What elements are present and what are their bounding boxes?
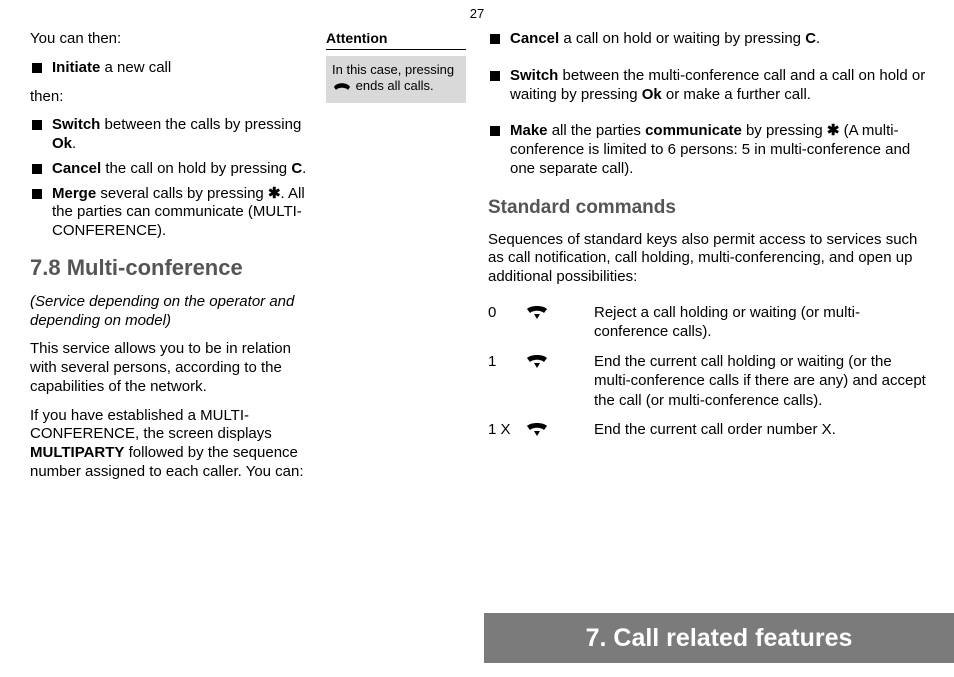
bold-word: Switch [510, 67, 558, 84]
bold-word: communicate [645, 122, 742, 139]
list-item: Cancel a call on hold or waiting by pres… [488, 30, 928, 49]
command-row: 0 Reject a call holding or waiting (or m… [488, 303, 928, 342]
text: or make a further call. [662, 86, 811, 103]
text: between the calls by pressing [100, 116, 301, 133]
text: several calls by pressing [96, 185, 268, 202]
list-item: Cancel the call on hold by pressing C. [30, 160, 310, 179]
command-key: 1 [488, 352, 524, 411]
text: all the parties [548, 122, 646, 139]
section-heading: 7.8 Multi-conference [30, 255, 310, 281]
text: ends all calls. [356, 78, 434, 93]
bullet-list: Cancel a call on hold or waiting by pres… [488, 30, 928, 179]
list-item: Switch between the calls by pressing Ok. [30, 116, 310, 154]
command-description: End the current call holding or waiting … [594, 352, 928, 411]
attention-heading: Attention [326, 30, 466, 50]
intro-text: then: [30, 88, 310, 107]
chapter-title: 7. Call related features [586, 624, 853, 653]
text: . [816, 30, 820, 47]
text: If you have established a MULTI-CONFEREN… [30, 407, 272, 443]
command-description: End the current call order number X. [594, 420, 928, 444]
bold-word: Cancel [52, 160, 101, 177]
star-symbol: ✱ [827, 122, 840, 139]
handset-down-icon [524, 420, 594, 444]
command-row: 1 End the current call holding or waitin… [488, 352, 928, 411]
text: In this case, pressing [332, 62, 454, 77]
text: a call on hold or waiting by pressing [559, 30, 805, 47]
attention-box: In this case, pressing ends all calls. [326, 56, 466, 103]
bullet-list: Switch between the calls by pressing Ok.… [30, 116, 310, 241]
intro-text: You can then: [30, 30, 310, 49]
list-item: Make all the parties communicate by pres… [488, 122, 928, 178]
page-number: 27 [470, 6, 484, 21]
text: a new call [100, 59, 171, 76]
chapter-bar: 7. Call related features [484, 613, 954, 663]
service-note: (Service depending on the operator and d… [30, 293, 310, 331]
command-description: Reject a call holding or waiting (or mul… [594, 303, 928, 342]
text: by pressing [742, 122, 827, 139]
attention-column: Attention In this case, pressing ends al… [326, 30, 466, 103]
bold-word: MULTIPARTY [30, 444, 124, 461]
command-row: 1 X End the current call order number X. [488, 420, 928, 444]
text: . [72, 135, 76, 152]
list-item: Initiate a new call [30, 59, 310, 78]
handset-down-icon [524, 352, 594, 411]
bold-word: Cancel [510, 30, 559, 47]
bold-word: Switch [52, 116, 100, 133]
paragraph: If you have established a MULTI-CONFEREN… [30, 407, 310, 482]
star-symbol: ✱ [268, 185, 281, 202]
key-label: C [805, 30, 816, 47]
text: . [302, 160, 306, 177]
command-table: 0 Reject a call holding or waiting (or m… [488, 303, 928, 444]
key-label: Ok [642, 86, 662, 103]
column-right: Cancel a call on hold or waiting by pres… [488, 30, 928, 454]
bold-word: Make [510, 122, 548, 139]
subsection-heading: Standard commands [488, 197, 928, 219]
list-item: Merge several calls by pressing ✱. All t… [30, 185, 310, 241]
text: the call on hold by pressing [101, 160, 291, 177]
bold-word: Merge [52, 185, 96, 202]
command-key: 1 X [488, 420, 524, 444]
handset-icon [332, 79, 352, 95]
paragraph: This service allows you to be in relatio… [30, 340, 310, 396]
bullet-list: Initiate a new call [30, 59, 310, 78]
list-item: Switch between the multi-conference call… [488, 67, 928, 105]
key-label: Ok [52, 135, 72, 152]
bold-word: Initiate [52, 59, 100, 76]
handset-down-icon [524, 303, 594, 342]
column-left: You can then: Initiate a new call then: … [30, 30, 310, 492]
command-key: 0 [488, 303, 524, 342]
paragraph: Sequences of standard keys also permit a… [488, 231, 928, 287]
key-label: C [291, 160, 302, 177]
